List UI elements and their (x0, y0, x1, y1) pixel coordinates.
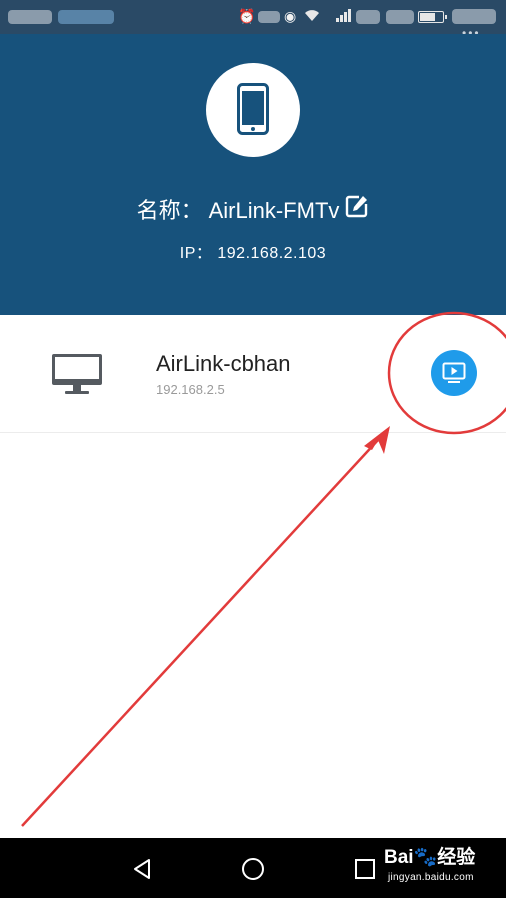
time-blur (452, 9, 496, 24)
device-name-row: 名称： AirLink-FMTv (0, 194, 506, 226)
carrier-blur (8, 10, 52, 24)
screen: ⏰ ◉ ••• 名称： AirLink-FMTv IP： 192.168.2.1… (0, 0, 506, 898)
annotation-arrow-shaft (21, 439, 379, 827)
paw-icon: 🐾 (413, 847, 438, 868)
watermark-brand: Bai (384, 847, 414, 868)
status-blur-2 (356, 10, 380, 24)
device-avatar (206, 63, 300, 157)
edit-icon[interactable] (345, 194, 369, 226)
device-list-item[interactable]: AirLink-cbhan 192.168.2.5 (0, 315, 506, 433)
device-ip: 192.168.2.5 (156, 382, 225, 397)
status-bar: ⏰ ◉ ••• (0, 0, 506, 40)
ip-row: IP： 192.168.2.103 (0, 239, 506, 263)
cast-button[interactable] (431, 350, 477, 396)
wifi-icon (304, 8, 320, 24)
battery-fill (420, 13, 435, 21)
status-blur-1 (258, 11, 280, 23)
phone-icon (237, 83, 269, 135)
watermark-url: jingyan.baidu.com (388, 872, 474, 883)
monitor-icon (52, 354, 102, 394)
cast-icon (442, 362, 466, 383)
alarm-icon: ⏰ (238, 8, 256, 24)
signal-icon (336, 8, 352, 24)
status-blur-3 (386, 10, 414, 24)
recents-icon[interactable] (350, 854, 380, 884)
back-icon[interactable] (127, 854, 157, 884)
watermark-brand-cn: 经验 (437, 847, 476, 868)
notification-blur (58, 10, 114, 24)
name-value: AirLink-FMTv (208, 198, 340, 223)
header: 名称： AirLink-FMTv IP： 192.168.2.103 (0, 34, 506, 315)
baidu-jingyan-watermark: Bai🐾经验 (384, 848, 500, 868)
battery-icon (418, 11, 447, 23)
ip-value: 192.168.2.103 (217, 245, 327, 262)
device-name: AirLink-cbhan (156, 351, 291, 376)
eye-icon: ◉ (284, 8, 297, 24)
ip-label: IP： (179, 245, 213, 262)
home-icon[interactable] (238, 854, 268, 884)
name-label: 名称： (136, 198, 203, 223)
